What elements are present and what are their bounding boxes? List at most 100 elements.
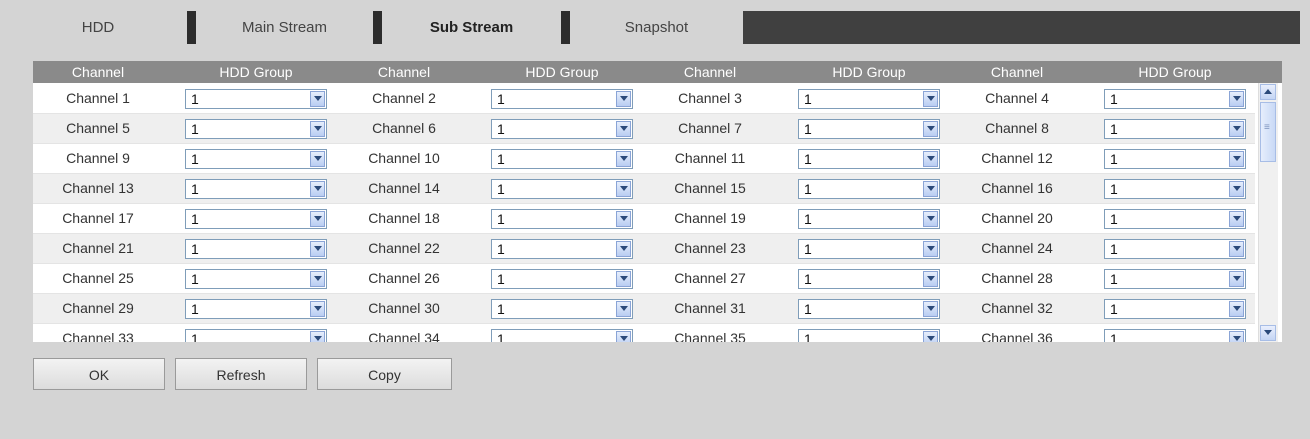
channel-label: Channel 31 [674, 300, 746, 316]
table-row: Channel 21 1 Channel 22 1 Channel 23 1 Channel… [33, 234, 1255, 264]
hdd-group-select[interactable]: 1 [798, 269, 940, 289]
channel-label: Channel 25 [62, 270, 134, 286]
scroll-up-arrow-icon[interactable] [1260, 84, 1276, 100]
hdd-group-select[interactable]: 1 [491, 269, 633, 289]
hdd-group-select[interactable]: 1 [491, 299, 633, 319]
hdd-group-select[interactable]: 1 [1104, 179, 1246, 199]
tab-hdd[interactable]: HDD [9, 11, 187, 44]
hdd-group-select[interactable]: 1 [1104, 239, 1246, 259]
hdd-group-select[interactable]: 1 [491, 149, 633, 169]
table-scrollbar[interactable] [1258, 83, 1278, 342]
channel-label: Channel 11 [674, 150, 746, 166]
dropdown-arrow-icon[interactable] [1229, 211, 1244, 227]
hdd-group-select[interactable]: 1 [798, 239, 940, 259]
dropdown-arrow-icon[interactable] [923, 301, 938, 317]
hdd-group-value: 1 [497, 121, 505, 137]
dropdown-arrow-icon[interactable] [923, 211, 938, 227]
hdd-group-select[interactable]: 1 [798, 299, 940, 319]
hdd-group-select[interactable]: 1 [798, 89, 940, 109]
hdd-group-select[interactable]: 1 [1104, 89, 1246, 109]
dropdown-arrow-icon[interactable] [616, 331, 631, 342]
column-header-hdd-group: HDD Group [1138, 64, 1212, 80]
dropdown-arrow-icon[interactable] [923, 241, 938, 257]
channel-label: Channel 13 [62, 180, 134, 196]
hdd-group-select[interactable]: 1 [798, 119, 940, 139]
dropdown-arrow-icon[interactable] [616, 91, 631, 107]
refresh-button[interactable]: Refresh [175, 358, 307, 390]
hdd-group-select[interactable]: 1 [798, 209, 940, 229]
dropdown-arrow-icon[interactable] [310, 181, 325, 197]
dropdown-arrow-icon[interactable] [616, 151, 631, 167]
channel-label: Channel 7 [678, 120, 742, 136]
hdd-group-select[interactable]: 1 [491, 209, 633, 229]
hdd-group-select[interactable]: 1 [491, 239, 633, 259]
copy-button[interactable]: Copy [317, 358, 452, 390]
dropdown-arrow-icon[interactable] [616, 271, 631, 287]
hdd-group-select[interactable]: 1 [491, 179, 633, 199]
hdd-group-select[interactable]: 1 [185, 329, 327, 342]
dropdown-arrow-icon[interactable] [310, 211, 325, 227]
hdd-group-value: 1 [497, 181, 505, 197]
dropdown-arrow-icon[interactable] [616, 121, 631, 137]
hdd-group-select[interactable]: 1 [185, 209, 327, 229]
scrollbar-thumb[interactable] [1260, 102, 1276, 162]
channel-label: Channel 21 [62, 240, 134, 256]
dropdown-arrow-icon[interactable] [1229, 331, 1244, 342]
dropdown-arrow-icon[interactable] [923, 121, 938, 137]
dropdown-arrow-icon[interactable] [1229, 181, 1244, 197]
scroll-down-arrow-icon[interactable] [1260, 325, 1276, 341]
dropdown-arrow-icon[interactable] [616, 241, 631, 257]
dropdown-arrow-icon[interactable] [616, 211, 631, 227]
dropdown-arrow-icon[interactable] [1229, 301, 1244, 317]
hdd-group-select[interactable]: 1 [798, 149, 940, 169]
hdd-group-select[interactable]: 1 [185, 119, 327, 139]
hdd-group-select[interactable]: 1 [185, 239, 327, 259]
tab-sub-stream[interactable]: Sub Stream [382, 11, 561, 44]
hdd-group-select[interactable]: 1 [491, 119, 633, 139]
dropdown-arrow-icon[interactable] [923, 181, 938, 197]
dropdown-arrow-icon[interactable] [1229, 121, 1244, 137]
hdd-group-select[interactable]: 1 [798, 329, 940, 342]
hdd-group-select[interactable]: 1 [1104, 329, 1246, 342]
tab-main-stream[interactable]: Main Stream [196, 11, 373, 44]
hdd-group-select[interactable]: 1 [1104, 119, 1246, 139]
hdd-group-select[interactable]: 1 [798, 179, 940, 199]
dropdown-arrow-icon[interactable] [310, 331, 325, 342]
dropdown-arrow-icon[interactable] [616, 301, 631, 317]
hdd-group-value: 1 [1110, 121, 1118, 137]
dropdown-arrow-icon[interactable] [310, 301, 325, 317]
hdd-group-select[interactable]: 1 [185, 179, 327, 199]
ok-button[interactable]: OK [33, 358, 165, 390]
dropdown-arrow-icon[interactable] [1229, 151, 1244, 167]
hdd-group-select[interactable]: 1 [185, 89, 327, 109]
dropdown-arrow-icon[interactable] [616, 181, 631, 197]
tab-snapshot[interactable]: Snapshot [570, 11, 743, 44]
dropdown-arrow-icon[interactable] [923, 331, 938, 342]
dropdown-arrow-icon[interactable] [923, 91, 938, 107]
dropdown-arrow-icon[interactable] [310, 271, 325, 287]
hdd-group-select[interactable]: 1 [185, 299, 327, 319]
dropdown-arrow-icon[interactable] [1229, 91, 1244, 107]
column-header-hdd-group: HDD Group [832, 64, 906, 80]
dropdown-arrow-icon[interactable] [1229, 241, 1244, 257]
hdd-group-select[interactable]: 1 [491, 89, 633, 109]
hdd-group-select[interactable]: 1 [185, 269, 327, 289]
hdd-group-select[interactable]: 1 [1104, 149, 1246, 169]
hdd-group-select[interactable]: 1 [1104, 299, 1246, 319]
dropdown-arrow-icon[interactable] [310, 91, 325, 107]
hdd-group-value: 1 [191, 301, 199, 317]
dropdown-arrow-icon[interactable] [1229, 271, 1244, 287]
hdd-group-value: 1 [497, 301, 505, 317]
dropdown-arrow-icon[interactable] [923, 151, 938, 167]
hdd-group-select[interactable]: 1 [491, 329, 633, 342]
dropdown-arrow-icon[interactable] [923, 271, 938, 287]
hdd-group-select[interactable]: 1 [1104, 269, 1246, 289]
dropdown-arrow-icon[interactable] [310, 121, 325, 137]
hdd-group-select[interactable]: 1 [185, 149, 327, 169]
table-body: Channel 1 1 Channel 2 1 Channel 3 1 Channel 41… [33, 84, 1255, 342]
dropdown-arrow-icon[interactable] [310, 241, 325, 257]
tab-divider [187, 11, 196, 44]
dropdown-arrow-icon[interactable] [310, 151, 325, 167]
hdd-group-select[interactable]: 1 [1104, 209, 1246, 229]
channel-label: Channel 12 [981, 150, 1053, 166]
